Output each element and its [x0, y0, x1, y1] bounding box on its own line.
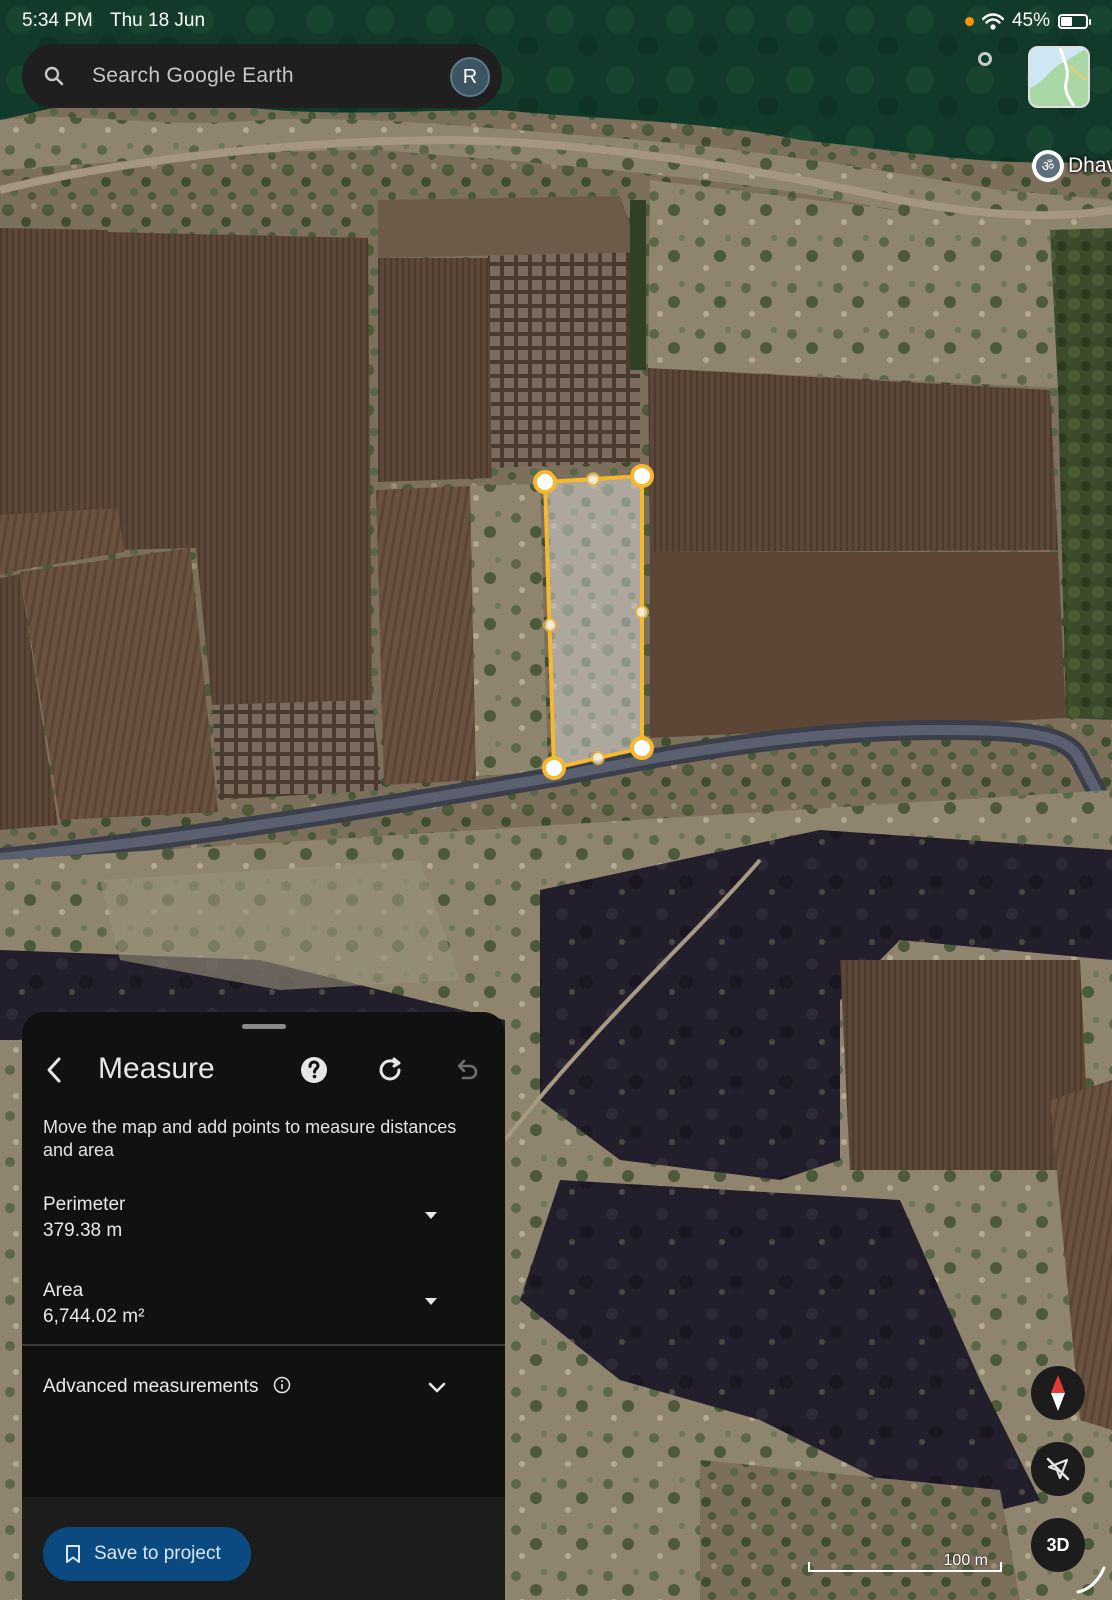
bookmark-icon: [66, 1545, 80, 1563]
status-bar: 5:34 PM Thu 18 Jun 45%: [0, 0, 1112, 40]
drag-handle[interactable]: [242, 1024, 286, 1029]
refresh-icon[interactable]: [374, 1054, 406, 1086]
location-indicator-icon: [978, 52, 992, 66]
map-style-button[interactable]: [1028, 46, 1090, 108]
navigation-off-icon: [1046, 1457, 1070, 1481]
chevron-left-icon: [47, 1057, 61, 1083]
measured-area-polygon: [542, 473, 644, 771]
caret-down-icon[interactable]: [422, 1292, 440, 1310]
advanced-measurements-label: Advanced measurements: [43, 1376, 259, 1397]
advanced-measurements-row[interactable]: Advanced measurements: [22, 1372, 505, 1408]
scale-bar: 100 m: [808, 1548, 1002, 1578]
perimeter-value: 379.38 m: [43, 1220, 123, 1241]
location-off-button[interactable]: [1031, 1442, 1085, 1496]
perimeter-label: Perimeter: [43, 1194, 126, 1215]
search-bar[interactable]: Search Google Earth R: [22, 44, 502, 108]
perimeter-row[interactable]: Perimeter 379.38 m: [22, 1194, 505, 1264]
chevron-down-icon[interactable]: [426, 1376, 448, 1398]
divider: [22, 1344, 505, 1346]
status-time: 5:34 PM: [22, 10, 93, 31]
place-pin: ॐ: [1032, 150, 1064, 182]
instructions-text: Move the map and add points to measure d…: [43, 1117, 457, 1160]
battery-icon: [1058, 13, 1091, 29]
map-thumbnail-icon: [1030, 48, 1088, 106]
om-icon: ॐ: [1036, 154, 1060, 178]
area-row[interactable]: Area 6,744.02 m²: [22, 1280, 505, 1350]
avatar[interactable]: R: [450, 57, 490, 97]
privacy-indicator-icon: [964, 16, 974, 26]
panel-title: Measure: [98, 1052, 215, 1085]
area-label: Area: [43, 1280, 84, 1301]
area-value: 6,744.02 m²: [43, 1306, 145, 1327]
back-button[interactable]: [36, 1052, 72, 1088]
search-input[interactable]: Search Google Earth: [92, 64, 294, 88]
place-marker[interactable]: ॐ Dhav: [1032, 150, 1112, 182]
undo-icon[interactable]: [450, 1054, 482, 1086]
status-indicators: 45%: [964, 10, 1091, 32]
compass-icon: [1051, 1375, 1065, 1411]
save-to-project-button[interactable]: Save to project: [43, 1527, 251, 1581]
corner-arc-icon: [1076, 1566, 1106, 1594]
search-icon: [44, 66, 64, 86]
help-icon[interactable]: [298, 1054, 330, 1086]
wifi-icon: [981, 12, 1004, 30]
battery-percent: 45%: [1011, 10, 1050, 31]
status-date: Thu 18 Jun: [110, 10, 206, 31]
compass-button[interactable]: [1031, 1366, 1085, 1420]
measure-panel: Measure Move the map and add points to m…: [22, 1012, 505, 1600]
scale-line: [808, 1562, 1002, 1572]
place-label-text: Dhav: [1068, 154, 1112, 177]
caret-down-icon[interactable]: [422, 1206, 440, 1224]
save-to-project-label: Save to project: [94, 1543, 221, 1564]
panel-footer: Save to project: [22, 1497, 505, 1600]
info-icon[interactable]: [273, 1376, 291, 1394]
